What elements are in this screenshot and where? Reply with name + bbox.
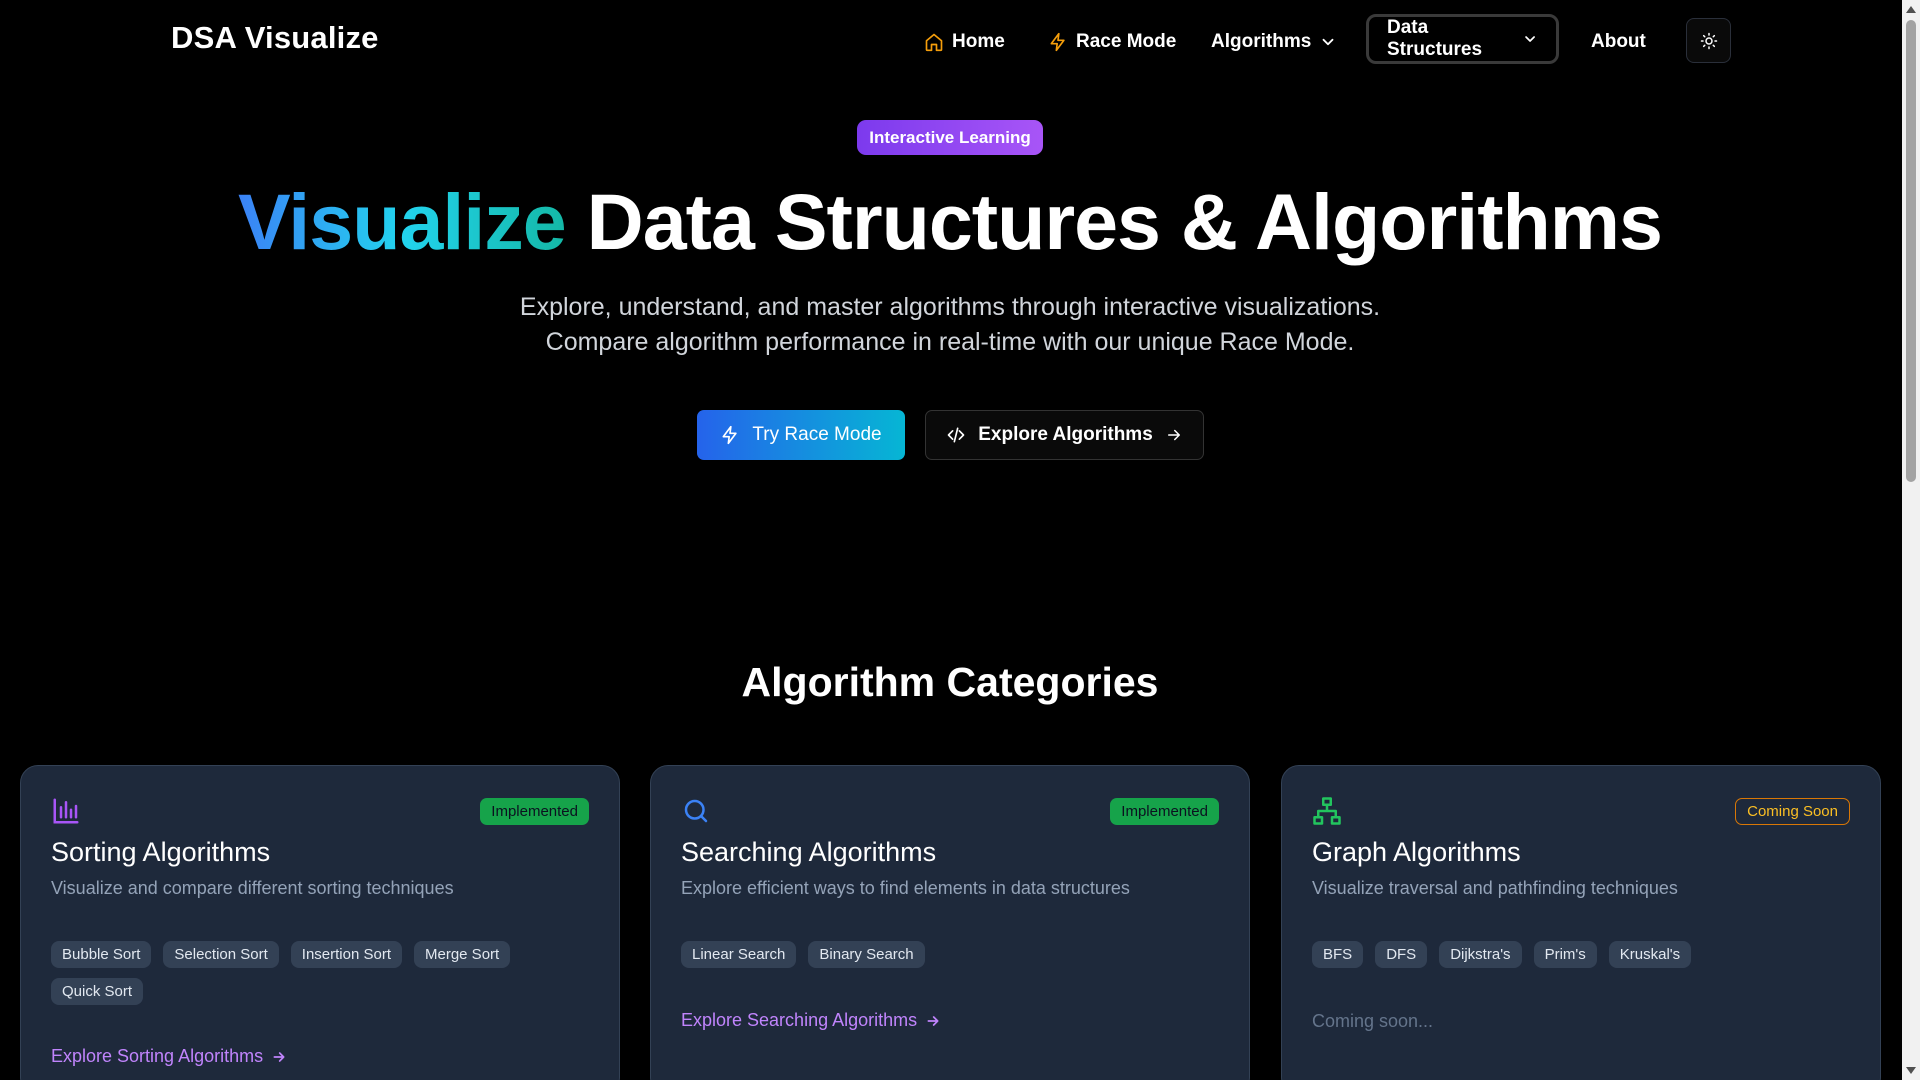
code-icon [947, 427, 965, 443]
tag-linear-search[interactable]: Linear Search [681, 941, 797, 968]
category-card-graph: Coming Soon Graph Algorithms Visualize t… [1281, 765, 1881, 1080]
page-scrollbar[interactable] [1902, 0, 1920, 1080]
sun-icon [1700, 32, 1717, 49]
nav-algorithms-dropdown[interactable]: Algorithms [1211, 22, 1337, 62]
category-card-searching: Implemented Searching Algorithms Explore… [650, 765, 1250, 1080]
tag-insertion-sort[interactable]: Insertion Sort [290, 941, 402, 968]
nav-about[interactable]: About [1591, 22, 1646, 62]
hero-title-highlight: Visualize [238, 177, 567, 266]
arrow-right-icon [1167, 429, 1180, 441]
tag-quick-sort[interactable]: Quick Sort [51, 978, 144, 1005]
explore-sorting-label: Explore Sorting Algorithms [51, 1046, 264, 1066]
explore-searching-link[interactable]: Explore Searching Algorithms [681, 1010, 941, 1031]
card-description: Explore efficient ways to find elements … [681, 878, 1130, 898]
hero-title: Visualize Data Structures & Algorithms [0, 176, 1900, 268]
card-description: Visualize traversal and pathfinding tech… [1312, 878, 1678, 898]
card-title: Searching Algorithms [681, 837, 937, 867]
nav-about-label: About [1591, 31, 1646, 52]
try-race-mode-label: Try Race Mode [752, 424, 882, 445]
arrow-right-icon [927, 1015, 939, 1026]
page: DSA Visualize Home Race Mode Algorithms … [0, 0, 1920, 1080]
nav-race-label: Race Mode [1076, 31, 1177, 52]
explore-algorithms-label: Explore Algorithms [978, 424, 1153, 445]
explore-sorting-link[interactable]: Explore Sorting Algorithms [51, 1046, 287, 1067]
card-title: Sorting Algorithms [51, 837, 271, 867]
tag-bfs[interactable]: BFS [1312, 941, 1364, 968]
bar-chart-icon [51, 796, 81, 831]
explore-algorithms-button[interactable]: Explore Algorithms [925, 410, 1204, 460]
search-icon [681, 796, 711, 831]
tag-bubble-sort[interactable]: Bubble Sort [51, 941, 152, 968]
nav-race-mode[interactable]: Race Mode [1048, 22, 1176, 62]
arrow-right-icon [273, 1051, 285, 1062]
network-icon [1312, 796, 1342, 831]
algorithm-tags: Bubble Sort Selection Sort Insertion Sor… [51, 941, 611, 1005]
interactive-learning-badge: Interactive Learning [857, 120, 1043, 155]
brand-logo[interactable]: DSA Visualize [171, 20, 379, 56]
tag-dijkstras[interactable]: Dijkstra's [1439, 941, 1522, 968]
home-icon [925, 33, 943, 52]
chevron-down-icon [1525, 36, 1535, 42]
tag-binary-search[interactable]: Binary Search [808, 941, 925, 968]
status-badge: Implemented [480, 798, 589, 825]
hero-subtitle-line2: Compare algorithm performance in real-ti… [545, 328, 1355, 356]
nav-home-label: Home [952, 31, 1005, 52]
algorithm-tags: BFS DFS Dijkstra's Prim's Kruskal's [1312, 941, 1872, 968]
explore-searching-label: Explore Searching Algorithms [681, 1010, 918, 1030]
theme-toggle-button[interactable] [1686, 18, 1731, 63]
nav-home[interactable]: Home [924, 22, 1005, 62]
tag-prims[interactable]: Prim's [1533, 941, 1597, 968]
algorithm-tags: Linear Search Binary Search [681, 941, 1241, 968]
nav-data-structures-label: Data Structures [1387, 17, 1483, 60]
tag-kruskals[interactable]: Kruskal's [1608, 941, 1692, 968]
nav-algorithms-label: Algorithms [1211, 31, 1312, 52]
hero-title-rest: Data Structures & Algorithms [565, 177, 1663, 266]
tag-dfs[interactable]: DFS [1375, 941, 1428, 968]
tag-merge-sort[interactable]: Merge Sort [414, 941, 511, 968]
card-description: Visualize and compare different sorting … [51, 878, 454, 898]
hero-subtitle-line1: Explore, understand, and master algorith… [519, 293, 1381, 321]
nav-data-structures-dropdown[interactable]: Data Structures [1366, 14, 1559, 64]
chevron-down-icon [1322, 38, 1334, 46]
status-badge: Implemented [1110, 798, 1219, 825]
section-title: Algorithm Categories [741, 659, 1159, 705]
coming-soon-text: Coming soon... [1312, 1011, 1434, 1031]
try-race-mode-button[interactable]: Try Race Mode [697, 410, 905, 460]
lightning-icon [1050, 32, 1065, 52]
card-title: Graph Algorithms [1312, 837, 1521, 867]
tag-selection-sort[interactable]: Selection Sort [163, 941, 279, 968]
scrollbar-thumb[interactable] [1906, 20, 1916, 482]
status-badge: Coming Soon [1735, 798, 1850, 825]
scroll-up-arrow-icon[interactable] [1906, 6, 1916, 13]
scroll-down-arrow-icon[interactable] [1906, 1067, 1916, 1074]
category-card-sorting: Implemented Sorting Algorithms Visualize… [20, 765, 620, 1080]
lightning-icon [722, 425, 738, 445]
